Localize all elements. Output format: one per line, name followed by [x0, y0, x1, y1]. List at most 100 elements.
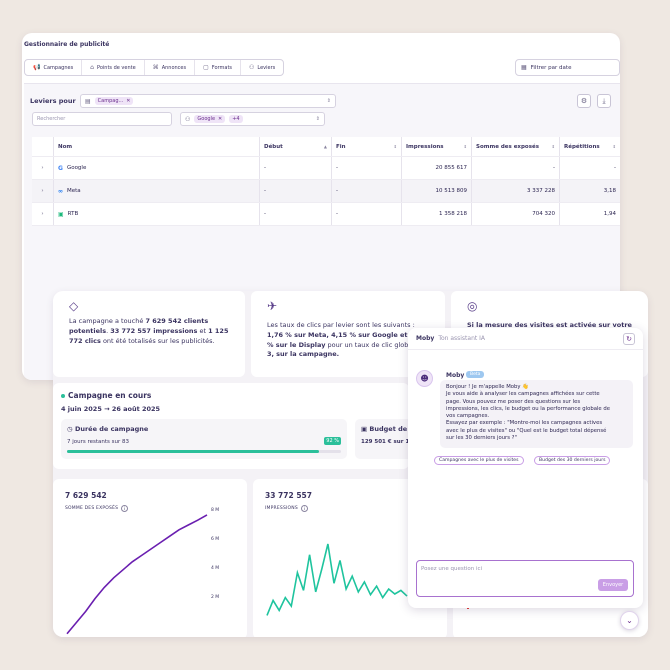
row-end: - — [332, 180, 402, 202]
status-dot-icon — [61, 394, 65, 398]
insight-bold: 3, — [267, 350, 274, 359]
download-icon: ⤓ — [602, 96, 606, 105]
settings-button[interactable]: ⚙ — [577, 94, 591, 108]
assistant-subtitle: Ton assistant IA — [438, 335, 486, 342]
row-reps: 3,18 — [603, 188, 616, 194]
sort-icon: ▲ — [323, 144, 327, 149]
table-icon: ▤ — [85, 97, 91, 105]
suggestion-chip[interactable]: Budget des 30 derniers jours — [534, 456, 611, 465]
download-button[interactable]: ⤓ — [597, 94, 611, 108]
table-row[interactable]: › ▣ RTB - - 1 358 218 704 320 1,94 — [32, 203, 620, 226]
header-fin[interactable]: Fin ⇕ — [332, 137, 402, 156]
budget-title-label: Budget de c — [369, 425, 414, 433]
y-tick-label: 6 M — [211, 536, 219, 542]
table-row[interactable]: › G Google - - 20 855 617 - - — [32, 157, 620, 180]
platform-chip-label: Google — [197, 116, 216, 122]
insight-text: et — [197, 326, 209, 335]
chevron-right-icon[interactable]: › — [32, 203, 54, 225]
header-impressions[interactable]: Impressions ⇕ — [402, 137, 472, 156]
chevron-updown-icon: ⇕ — [326, 98, 331, 104]
sort-icon: ⇕ — [463, 144, 467, 149]
tab-campagnes[interactable]: 📢 Campagnes — [25, 60, 83, 75]
rtb-logo-icon: ▣ — [58, 210, 64, 218]
chevron-right-icon[interactable]: › — [32, 157, 54, 179]
row-name: RTB — [67, 211, 79, 217]
header-exposes[interactable]: Somme des exposés ⇕ — [472, 137, 560, 156]
moby-avatar: ☻ — [416, 370, 433, 387]
rocket-icon: ✈ — [267, 299, 278, 313]
assistant-message: Bonjour ! Je m'appelle Moby 👋 Je vous ai… — [440, 380, 633, 448]
row-name: Meta — [67, 188, 81, 194]
campaign-chip: Campag... ✕ — [94, 97, 134, 105]
gear-icon: ⚙ — [580, 97, 588, 105]
header-repetitions[interactable]: Répétitions ⇕ — [560, 137, 620, 156]
header-spacer — [32, 137, 54, 156]
collapse-chat-button[interactable]: ⌄ — [620, 611, 639, 630]
row-name-cell: G Google — [54, 157, 260, 179]
row-start: - — [260, 157, 332, 179]
budget-box: ▣ Budget de c 129 501 € sur 1 — [355, 419, 415, 459]
progress-badge: 92 % — [324, 437, 341, 445]
row-start: - — [260, 180, 332, 202]
campaign-dates: 4 juin 2025 → 26 août 2025 — [61, 405, 161, 413]
message-line: sur les 30 derniers jours ?" — [446, 435, 517, 442]
levers-icon: ⚇ — [249, 64, 255, 71]
beta-badge: Beta — [466, 371, 485, 378]
platform-select[interactable]: ⚇ Google ✕ +4 ⇕ — [180, 112, 325, 126]
row-name-cell: ∞ Meta — [54, 180, 260, 202]
header-debut[interactable]: Début ▲ — [260, 137, 332, 156]
header-label: Répétitions — [564, 143, 600, 150]
y-tick-label: 8 M — [211, 507, 219, 513]
date-filter-button[interactable]: ▦ Filtrer par date — [515, 59, 620, 76]
progress-bar — [67, 450, 341, 453]
tab-leviers[interactable]: ⚇ Leviers — [241, 60, 283, 75]
tab-annonces[interactable]: ⌘ Annonces — [145, 60, 196, 75]
more-chip: +4 — [229, 115, 243, 123]
row-exposes: - — [472, 157, 560, 179]
y-tick-label: 2 M — [211, 594, 219, 600]
suggestion-chip[interactable]: Campagnes avec le plus de visites — [434, 456, 524, 465]
chevron-right-icon[interactable]: › — [32, 180, 54, 202]
budget-value: 129 501 € sur 1 — [361, 439, 410, 445]
insight-card-reach: ◇ La campagne a touché 7 629 542 clients… — [53, 291, 245, 377]
duration-title: ◷ Durée de campagne — [67, 425, 148, 433]
insight-text: La campagne a touché — [69, 317, 146, 325]
refresh-button[interactable]: ↻ — [623, 333, 635, 345]
row-exposes: 704 320 — [472, 203, 560, 225]
tab-label: Points de vente — [96, 64, 136, 71]
header-label: Impressions — [406, 143, 444, 150]
search-input[interactable]: Rechercher — [32, 112, 172, 126]
row-impressions: 10 513 809 — [402, 180, 472, 202]
campaign-status: Campagne en cours — [61, 391, 151, 400]
tab-formats[interactable]: ▢ Formats — [195, 60, 242, 75]
campaign-status-label: Campagne en cours — [68, 391, 152, 400]
levers-label: Leviers pour — [30, 97, 76, 105]
row-name-cell: ▣ RTB — [54, 203, 260, 225]
message-line: impressions, les clics, le budget ou la … — [446, 405, 610, 412]
levers-table: Nom Début ▲ Fin ⇕ Impressions ⇕ Somme des e… — [32, 137, 620, 226]
message-line: page. Vous pouvez me poser des questions… — [446, 398, 581, 405]
table-row[interactable]: › ∞ Meta - - 10 513 809 3 337 228 3,18 — [32, 180, 620, 203]
close-icon[interactable]: ✕ — [218, 116, 222, 122]
header-label: Fin — [336, 143, 346, 150]
tab-label: Leviers — [257, 64, 276, 71]
row-exposes: 3 337 228 — [472, 180, 560, 202]
tab-bar: 📢 Campagnes ⌂ Points de vente ⌘ Annonces ▢ F… — [24, 59, 285, 76]
calendar-icon: ▦ — [521, 64, 527, 71]
days-remaining: 7 jours restants sur 83 — [67, 439, 130, 445]
refresh-icon: ↻ — [626, 335, 632, 343]
duration-box: ◷ Durée de campagne 7 jours restants sur… — [61, 419, 347, 459]
exposes-chart-card: 7 629 542 SOMME DES EXPOSÉS i 2 M4 M6 M8 … — [53, 479, 247, 637]
row-start: - — [260, 203, 332, 225]
chat-input[interactable]: Posez une question ici Envoyer — [416, 560, 634, 597]
chat-input-placeholder: Posez une question ici — [421, 566, 483, 572]
campaign-status-card: Campagne en cours 4 juin 2025 → 26 août … — [53, 383, 415, 469]
campaign-select[interactable]: ▤ Campag... ✕ ⇕ — [80, 94, 336, 108]
tab-points-de-vente[interactable]: ⌂ Points de vente — [82, 60, 145, 75]
send-button[interactable]: Envoyer — [598, 579, 628, 591]
insight-bold: sur la campagne. — [276, 350, 340, 359]
date-filter-label: Filtrer par date — [530, 64, 572, 71]
close-icon[interactable]: ✕ — [126, 98, 130, 104]
budget-title: ▣ Budget de c — [361, 425, 413, 433]
header-nom[interactable]: Nom — [54, 137, 260, 156]
